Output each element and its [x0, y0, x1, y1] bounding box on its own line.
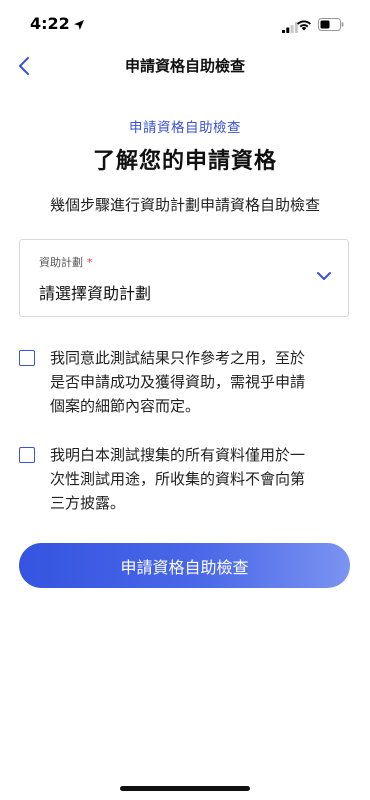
nav-title: 申請資格自助檢查 [124, 57, 245, 75]
select-value: 請選擇資助計劃 [39, 284, 152, 303]
consent-checkbox-reference[interactable] [19, 350, 35, 366]
select-label-text: 資助計劃 [39, 256, 83, 269]
wifi-icon [296, 16, 312, 35]
consent-line: 我同意此測試結果只作參考之用，至於 [50, 349, 306, 367]
consent-text-privacy: 我明白本測試搜集的所有資料僅用於一 次性測試用途，所收集的資料不會向第 三方披露… [50, 443, 348, 515]
funding-scheme-select[interactable]: 資助計劃 * 請選擇資助計劃 [19, 239, 349, 317]
home-indicator [120, 786, 250, 791]
consent-text-reference: 我同意此測試結果只作參考之用，至於 是否申請成功及獲得資助，需視乎申請 個案的細… [50, 346, 348, 418]
consent-line: 個案的細節內容而定。 [50, 397, 201, 415]
consent-line: 次性測試用途，所收集的資料不會向第 [50, 470, 306, 488]
status-time: 4:22 [30, 14, 70, 33]
consent-line: 是否申請成功及獲得資助，需視乎申請 [50, 373, 306, 391]
select-label: 資助計劃 * [39, 254, 93, 270]
required-mark: * [87, 256, 93, 269]
navigation-bar: 申請資格自助檢查 [0, 46, 370, 86]
chevron-down-icon [317, 272, 331, 280]
page-subtitle: 幾個步驟進行資助計劃申請資格自助檢查 [49, 196, 320, 214]
eligibility-check-button[interactable]: 申請資格自助檢查 [19, 543, 350, 588]
consent-line: 我明白本測試搜集的所有資料僅用於一 [50, 446, 306, 464]
page-eyebrow: 申請資格自助檢查 [129, 120, 241, 136]
page-title: 了解您的申請資格 [92, 149, 277, 174]
consent-checkbox-privacy[interactable] [19, 447, 35, 463]
battery-icon [318, 16, 344, 35]
location-arrow-icon [73, 16, 85, 35]
status-bar: 4:22 [0, 0, 370, 46]
consent-line: 三方披露。 [50, 494, 126, 512]
